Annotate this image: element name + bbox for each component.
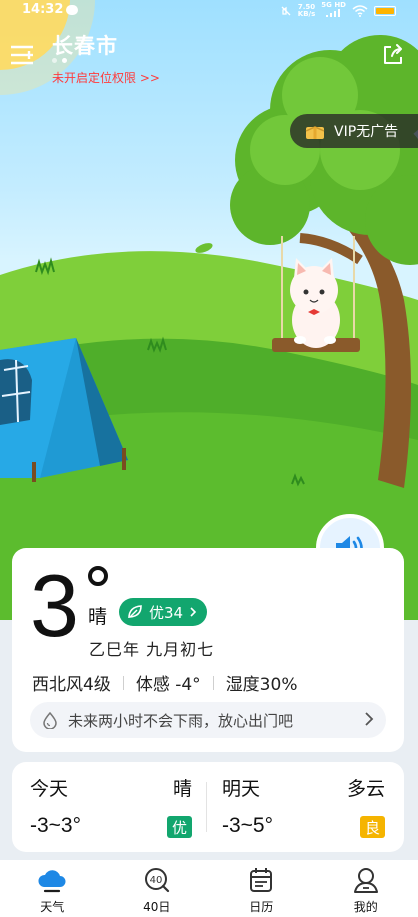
wifi-icon (352, 4, 368, 17)
two-day-forecast-card[interactable]: 今天 晴 -3~3° 优 明天 多云 -3~5° 良 (12, 762, 404, 852)
status-bar: 14:32 7.50 KB/s 5G HD (0, 0, 418, 22)
chevron-right-icon (190, 607, 197, 617)
forecast-weather: 晴 (172, 778, 192, 800)
vip-gift-icon (305, 126, 325, 139)
nav-tab-weather[interactable]: 天气 (0, 860, 105, 917)
page-dot (52, 58, 57, 63)
forecast-tomorrow[interactable]: 明天 多云 -3~5° 良 (222, 762, 385, 852)
current-temperature: 3 (30, 556, 79, 655)
raindrop-icon (43, 711, 57, 729)
current-condition: 晴 (88, 606, 108, 628)
forecast-weather: 多云 (346, 778, 385, 800)
battery-icon (374, 5, 396, 16)
share-icon[interactable] (382, 44, 404, 66)
forty-day-icon: 40 (144, 868, 169, 893)
metric-divider (122, 675, 124, 690)
lunar-date: 乙巳年 九月初七 (89, 640, 215, 659)
profile-icon (353, 868, 378, 893)
net-speed: 7.50 KB/s (297, 3, 316, 18)
nav-tab-40-day[interactable]: 40 40日 (105, 860, 210, 917)
forty-day-icon-glyph: 40 (149, 875, 162, 886)
feels-like: 体感 -4° (135, 675, 201, 695)
aqi-label: 优34 (149, 603, 184, 622)
status-time: 14:32 (22, 2, 64, 17)
city-name[interactable]: 长春市 (52, 30, 118, 60)
page-indicator (52, 58, 67, 63)
metric-divider (212, 675, 214, 690)
signal-indicator: 5G HD (321, 2, 346, 19)
aqi-badge[interactable]: 优34 (119, 598, 208, 626)
vip-no-ads-button[interactable]: VIP无广告 (290, 114, 418, 148)
location-permission-link[interactable]: 未开启定位权限 >> (52, 69, 160, 86)
rain-forecast-bar[interactable]: 未来两小时不会下雨，放心出门吧 (30, 702, 386, 738)
wind-info: 西北风4级 (32, 675, 111, 695)
humidity: 湿度30% (225, 675, 298, 695)
nav-label: 天气 (40, 900, 65, 914)
weather-metrics: 西北风4级 体感 -4° 湿度30% (32, 670, 297, 695)
forecast-aqi-badge: 优 (166, 816, 192, 838)
nav-tab-profile[interactable]: 我的 (314, 860, 418, 917)
nav-label: 日历 (249, 900, 274, 914)
forecast-aqi-badge: 良 (359, 816, 385, 838)
net-speed-unit: KB/s (297, 9, 316, 18)
forecast-day: 明天 (222, 778, 261, 800)
forecast-divider (206, 782, 207, 832)
mute-icon (281, 6, 291, 15)
leaf-icon (128, 605, 142, 619)
signal-bars-icon (325, 9, 340, 17)
vip-label: VIP无广告 (334, 124, 399, 140)
forecast-day: 今天 (30, 778, 69, 800)
city-menu-icon[interactable] (10, 44, 34, 66)
degree-symbol (88, 566, 108, 586)
forecast-temp-range: -3~3° (30, 814, 82, 837)
chevron-right-icon (365, 712, 374, 726)
message-icon (66, 5, 78, 15)
forecast-today[interactable]: 今天 晴 -3~3° 优 (30, 762, 192, 852)
calendar-icon (250, 868, 273, 892)
status-right-group: 7.50 KB/s 5G HD (280, 2, 396, 19)
weather-icon (38, 870, 66, 893)
nav-label: 40日 (143, 900, 171, 914)
forecast-temp-range: -3~5° (222, 814, 274, 837)
rain-forecast-text: 未来两小时不会下雨，放心出门吧 (68, 711, 294, 730)
signal-label: 5G HD (321, 1, 346, 9)
current-weather-card[interactable]: 3 晴 优34 乙巳年 九月初七 西北风4级 体感 -4° 湿度30% 未来两小… (12, 548, 404, 752)
nav-tab-calendar[interactable]: 日历 (209, 860, 314, 917)
bottom-navigation: 天气 40 40日 日历 我的 (0, 860, 418, 917)
nav-label: 我的 (353, 900, 378, 914)
page-dot-active (62, 58, 67, 63)
